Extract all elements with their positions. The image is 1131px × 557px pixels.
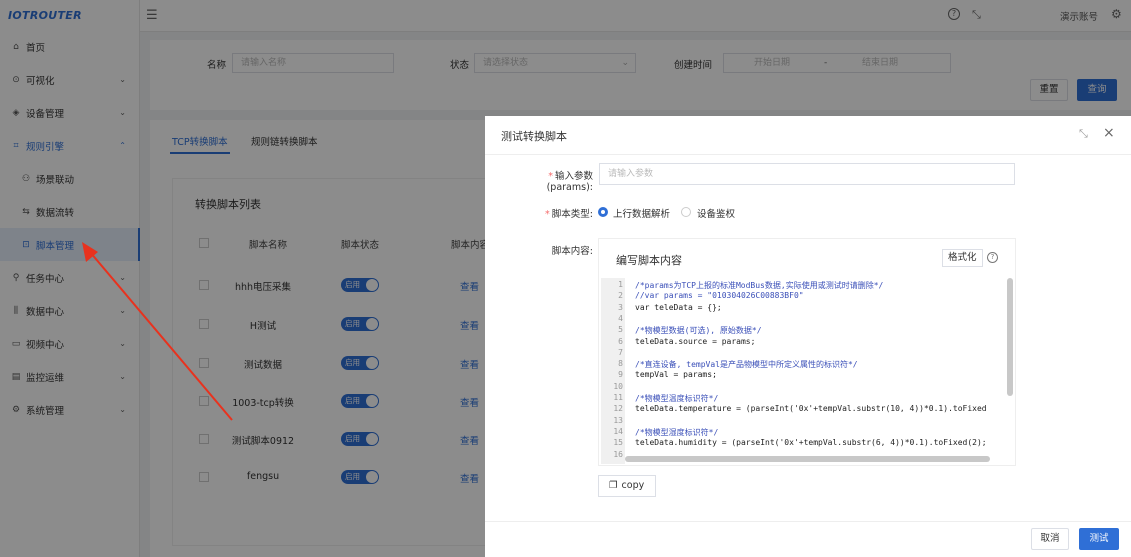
code-line: //var params = "010304026C00883BF0" — [635, 291, 804, 301]
line-number: 9 — [618, 370, 623, 380]
required-marker: * — [545, 209, 550, 220]
line-number: 13 — [613, 415, 623, 425]
code-line: teleData.source = params; — [635, 336, 756, 346]
code-line: /*物模型数据(可选), 原始数据*/ — [635, 326, 762, 336]
script-content-label: 脚本内容: — [551, 246, 593, 257]
copy-button[interactable]: ❐ copy — [598, 475, 656, 497]
radio-uplink-parse-label[interactable]: 上行数据解析 — [613, 206, 670, 220]
dialog-title: 测试转换脚本 — [501, 130, 567, 143]
code-line: teleData.humidity = (parseInt('0x'+tempV… — [635, 438, 987, 448]
params-label-text: 输入参数(params): — [546, 171, 593, 193]
code-line: tempVal = params; — [635, 370, 717, 380]
line-number: 3 — [618, 302, 623, 312]
copy-button-label: copy — [621, 480, 645, 491]
test-button[interactable]: 测试 — [1079, 528, 1119, 550]
line-number: 5 — [618, 325, 623, 335]
line-number: 11 — [613, 393, 623, 402]
maximize-icon[interactable]: ⤡ — [1079, 127, 1088, 141]
copy-icon: ❐ — [609, 480, 618, 491]
script-type-label: * 脚本类型: — [503, 206, 593, 220]
line-number: 7 — [618, 347, 623, 357]
editor-title: 编写脚本内容 — [616, 254, 682, 267]
radio-uplink-parse[interactable] — [598, 207, 608, 217]
code-line: /*物模型温度标识符*/ — [635, 394, 719, 403]
code-line: teleData.temperature = (parseInt('0x'+te… — [635, 404, 987, 414]
code-line: /*params为TCP上报的标准ModBus数据,实际使用或测试时请删除*/ — [635, 281, 884, 290]
line-number: 16 — [613, 449, 623, 459]
required-marker: * — [548, 171, 553, 182]
cancel-button[interactable]: 取消 — [1031, 528, 1069, 550]
line-number: 8 — [618, 359, 623, 369]
dialog-header-divider — [485, 154, 1131, 155]
vertical-scrollbar[interactable] — [1007, 278, 1013, 396]
line-number: 6 — [618, 336, 623, 346]
horizontal-scrollbar[interactable] — [625, 456, 990, 462]
line-number: 14 — [613, 426, 623, 436]
close-icon[interactable]: × — [1103, 125, 1115, 141]
help-icon[interactable]: ? — [987, 252, 998, 263]
test-script-dialog: 测试转换脚本 ⤡ × * 输入参数(params): 请输入参数 * 脚本类型: 上… — [485, 116, 1131, 557]
radio-device-auth-label[interactable]: 设备鉴权 — [697, 206, 735, 220]
code-line: /*直连设备, tempVal是产品物模型中所定义属性的标识符*/ — [635, 360, 858, 370]
line-number: 1 — [618, 280, 623, 289]
line-number: 2 — [618, 291, 623, 301]
format-button[interactable]: 格式化 — [942, 249, 983, 267]
params-input[interactable]: 请输入参数 — [599, 163, 1015, 185]
line-number: 15 — [613, 438, 623, 448]
radio-device-auth[interactable] — [681, 207, 691, 217]
script-editor-card: 编写脚本内容 格式化 ? 1 /*params为TCP上报的标准ModBus数据,… — [598, 238, 1016, 466]
params-label: * 输入参数(params): — [503, 168, 593, 193]
script-type-label-text: 脚本类型: — [551, 209, 593, 220]
code-line: /*物模型湿度标识符*/ — [635, 427, 719, 437]
dialog-footer-divider — [485, 521, 1131, 522]
line-number: 4 — [618, 313, 623, 323]
code-line: var teleData = {}; — [635, 302, 722, 312]
line-number: 10 — [613, 381, 623, 391]
line-number: 12 — [613, 404, 623, 414]
code-editor[interactable]: 1 /*params为TCP上报的标准ModBus数据,实际使用或测试时请删除*/… — [601, 278, 1013, 464]
